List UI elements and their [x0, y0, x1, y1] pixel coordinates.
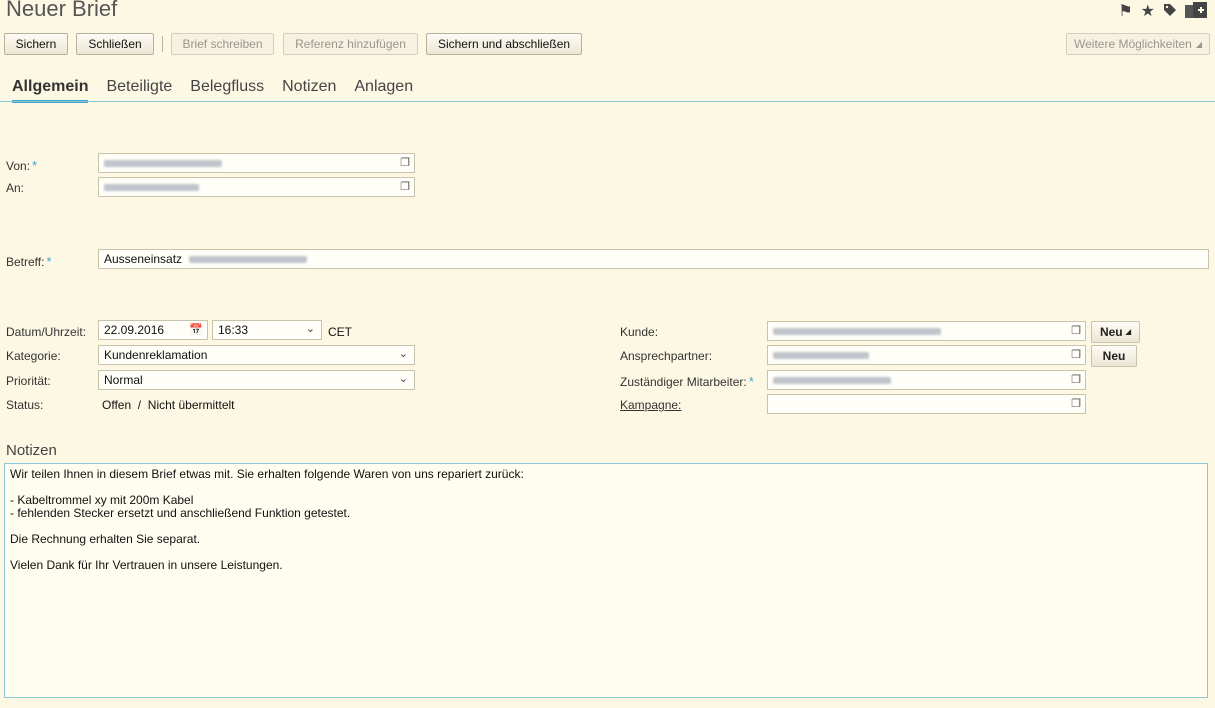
- von-field[interactable]: ❐: [98, 153, 415, 173]
- tab-bar: Allgemein Beteiligte Belegfluss Notizen …: [12, 78, 431, 103]
- mitarbeiter-label: Zuständiger Mitarbeiter:: [620, 375, 747, 389]
- more-options-label: Weitere Möglichkeiten: [1074, 37, 1192, 51]
- save-button[interactable]: Sichern: [4, 33, 68, 55]
- von-label-wrap: Von: *: [6, 158, 37, 173]
- tab-allgemein[interactable]: Allgemein: [12, 78, 89, 103]
- betreff-value: Ausseneinsatz: [104, 252, 183, 266]
- top-icon-bar: ⚑ ★: [1118, 2, 1207, 22]
- tab-belegfluss[interactable]: Belegfluss: [190, 78, 264, 103]
- prioritaet-value: Normal: [104, 373, 143, 387]
- tab-underline: [0, 101, 1215, 102]
- redacted-text: [773, 352, 869, 359]
- required-asterisk: *: [748, 374, 754, 389]
- required-asterisk: *: [32, 158, 38, 173]
- kategorie-label: Kategorie:: [6, 349, 61, 363]
- betreff-label: Betreff:: [6, 255, 45, 269]
- kampagne-field[interactable]: ❐: [767, 394, 1086, 414]
- redacted-text: [189, 256, 308, 263]
- kategorie-value: Kundenreklamation: [104, 348, 208, 362]
- redacted-text: [773, 328, 941, 335]
- timezone-label: CET: [328, 325, 352, 339]
- add-document-icon[interactable]: [1185, 2, 1207, 22]
- notes-textarea[interactable]: Wir teilen Ihnen in diesem Brief etwas m…: [4, 463, 1208, 698]
- tab-beteiligte[interactable]: Beteiligte: [106, 78, 172, 103]
- open-window-icon[interactable]: ❐: [400, 180, 410, 193]
- star-icon[interactable]: ★: [1141, 4, 1155, 20]
- corner-arrow-icon: ◢: [1125, 329, 1132, 336]
- mitarbeiter-field[interactable]: ❐: [767, 370, 1086, 390]
- redacted-text: [773, 377, 891, 384]
- more-options-button[interactable]: Weitere Möglichkeiten ◢: [1066, 33, 1210, 55]
- status-value: Offen / Nicht übermittelt: [102, 398, 235, 412]
- date-input[interactable]: 22.09.2016 📅: [98, 320, 208, 340]
- save-and-close-button[interactable]: Sichern und abschließen: [426, 33, 582, 55]
- flag-icon[interactable]: ⚑: [1118, 4, 1132, 20]
- page-title: Neuer Brief: [6, 0, 118, 21]
- ansprechpartner-label: Ansprechpartner:: [620, 349, 713, 363]
- an-field[interactable]: ❐: [98, 177, 415, 197]
- tab-notizen[interactable]: Notizen: [282, 78, 336, 103]
- betreff-input[interactable]: Ausseneinsatz: [98, 249, 1209, 269]
- kampagne-link[interactable]: Kampagne:: [620, 398, 681, 412]
- redacted-text: [104, 184, 199, 191]
- chevron-down-icon: ⌄: [398, 373, 408, 385]
- calendar-icon[interactable]: 📅: [189, 323, 203, 336]
- chevron-down-icon: ⌄: [398, 348, 408, 360]
- von-label: Von:: [6, 159, 31, 173]
- write-letter-button[interactable]: Brief schreiben: [171, 33, 274, 55]
- redacted-text: [104, 160, 222, 167]
- toolbar-separator: [162, 36, 163, 52]
- prioritaet-label: Priorität:: [6, 374, 51, 388]
- time-select[interactable]: 16:33 ⌄: [212, 320, 322, 340]
- required-asterisk: *: [46, 254, 52, 269]
- open-window-icon[interactable]: ❐: [1071, 397, 1081, 410]
- chevron-down-icon: ⌄: [305, 323, 315, 335]
- kunde-label: Kunde:: [620, 325, 659, 339]
- prioritaet-select[interactable]: Normal ⌄: [98, 370, 415, 390]
- mitarbeiter-label-wrap: Zuständiger Mitarbeiter: *: [620, 374, 754, 389]
- open-window-icon[interactable]: ❐: [1071, 324, 1081, 337]
- ansprechpartner-field[interactable]: ❐: [767, 345, 1086, 365]
- open-window-icon[interactable]: ❐: [1071, 348, 1081, 361]
- an-label: An:: [6, 181, 25, 195]
- close-button[interactable]: Schließen: [76, 33, 154, 55]
- date-value: 22.09.2016: [104, 323, 165, 337]
- ansprechpartner-new-button[interactable]: Neu: [1091, 345, 1137, 367]
- tab-anlagen[interactable]: Anlagen: [354, 78, 413, 103]
- open-window-icon[interactable]: ❐: [400, 156, 410, 169]
- kategorie-select[interactable]: Kundenreklamation ⌄: [98, 345, 415, 365]
- betreff-label-wrap: Betreff: *: [6, 254, 52, 269]
- tag-icon[interactable]: [1163, 3, 1177, 21]
- add-reference-button[interactable]: Referenz hinzufügen: [283, 33, 418, 55]
- kunde-field[interactable]: ❐: [767, 321, 1086, 341]
- neu-label: Neu: [1099, 325, 1123, 339]
- kunde-new-button[interactable]: Neu ◢: [1091, 321, 1140, 343]
- status-label: Status:: [6, 398, 44, 412]
- open-window-icon[interactable]: ❐: [1071, 373, 1081, 386]
- corner-arrow-icon: ◢: [1195, 39, 1202, 49]
- datum-label: Datum/Uhrzeit:: [6, 325, 87, 339]
- notizen-heading: Notizen: [6, 442, 57, 459]
- time-value: 16:33: [218, 323, 249, 337]
